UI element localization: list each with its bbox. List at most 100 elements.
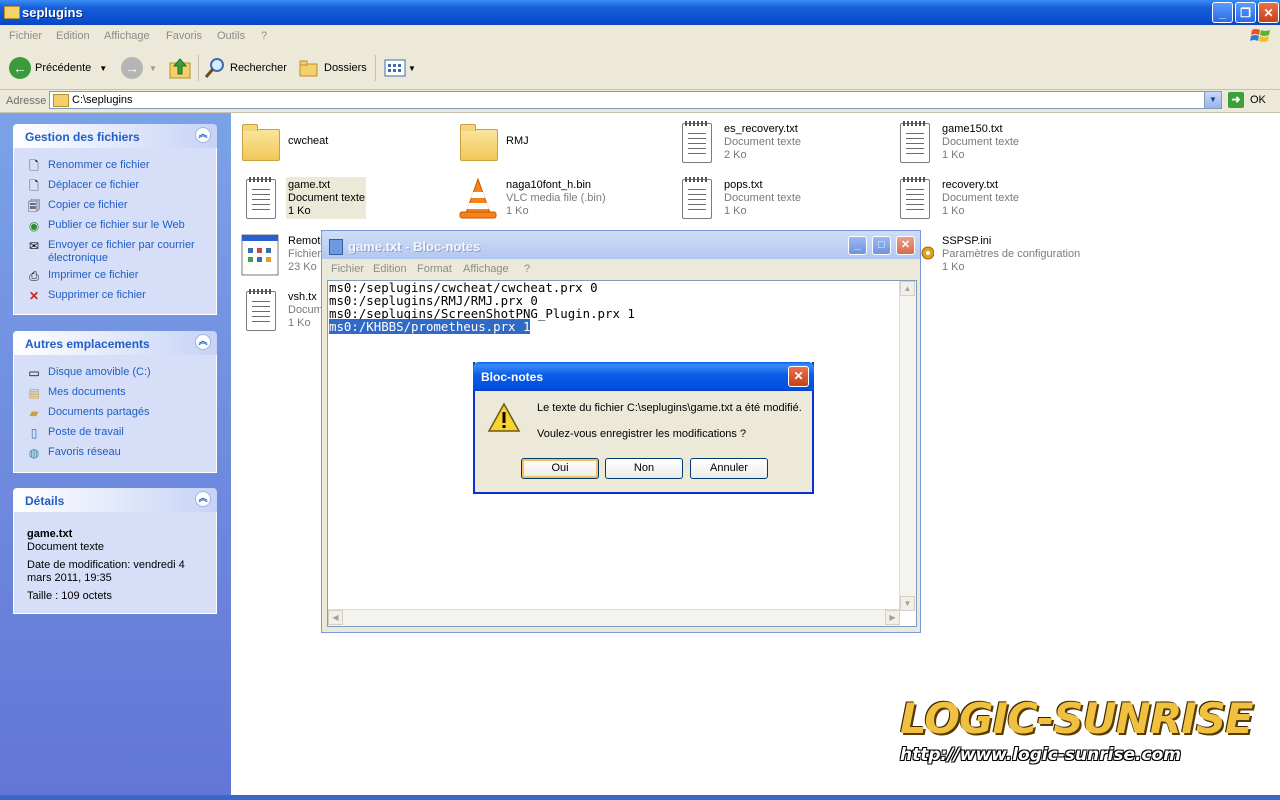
task-label: Copier ce fichier [48,199,128,211]
scroll-left-icon[interactable]: ◀ [328,610,343,625]
vertical-scrollbar[interactable]: ▲ ▼ [899,281,916,611]
file-size: 23 Ko [288,261,317,273]
file-item-selected[interactable]: game.txt Document texte 1 Ko [240,177,440,221]
collapse-chevron-icon[interactable]: ︽ [195,491,211,507]
details-header[interactable]: Détails ︽ [13,488,217,512]
dialog-title: Bloc-notes [481,370,544,384]
menu-help[interactable]: ? [261,30,267,42]
task-rename[interactable]: 🗋 Renommer ce fichier [26,159,212,173]
dialog-close-button[interactable]: ✕ [788,366,809,387]
menu-outils[interactable]: Outils [217,30,245,42]
task-print[interactable]: ⎙ Imprimer ce fichier [26,269,212,283]
up-folder-button[interactable] [168,47,192,89]
file-item[interactable]: vsh.tx Document 1 Ko [240,289,325,333]
address-label: Adresse [6,95,47,107]
move-icon: 🗋 [29,179,39,193]
forward-dropdown-icon[interactable]: ▼ [149,64,157,73]
cancel-button[interactable]: Annuler [690,458,768,479]
file-item[interactable]: es_recovery.txt Document texte 2 Ko [676,121,876,165]
collapse-chevron-icon[interactable]: ︽ [195,334,211,350]
other-places-header[interactable]: Autres emplacements ︽ [13,331,217,355]
notepad-minimize-button[interactable]: _ [848,236,867,255]
forward-button[interactable]: → ▼ [121,47,157,89]
task-email[interactable]: ✉ Envoyer ce fichier par courrier électr… [26,239,212,265]
scroll-up-icon[interactable]: ▲ [900,281,915,296]
search-button[interactable]: Rechercher [204,47,287,89]
file-item[interactable]: Remote Fichier 23 Ko [240,233,325,277]
folder-icon [242,124,280,161]
views-button[interactable]: ▼ [384,47,416,89]
dialog-title-bar[interactable]: Bloc-notes ✕ [473,362,814,391]
file-item[interactable]: naga10font_h.bin VLC media file (.bin) 1… [458,177,668,221]
task-copy[interactable]: 🗐 Copier ce fichier [26,199,212,213]
notepad-menu-affichage[interactable]: Affichage [463,263,509,275]
go-arrow-icon: ➜ [1228,92,1244,108]
place-label: Favoris réseau [48,446,121,458]
selected-text-line: ms0:/KHBBS/prometheus.prx 1 [329,319,531,334]
horizontal-scrollbar[interactable]: ◀ ▶ [328,609,900,626]
place-network[interactable]: ◍ Favoris réseau [26,446,212,460]
place-my-computer[interactable]: ▯ Poste de travail [26,426,212,440]
task-publish[interactable]: ◉ Publier ce fichier sur le Web [26,219,212,233]
computer-icon: ▯ [30,426,38,440]
notepad-maximize-button[interactable]: □ [872,236,891,255]
file-type: Document [288,304,325,316]
notepad-menu-fichier[interactable]: Fichier [331,263,364,275]
menu-affichage[interactable]: Affichage [104,30,150,42]
file-item[interactable]: RMJ [458,121,658,165]
collapse-chevron-icon[interactable]: ︽ [195,127,211,143]
windows-logo-icon [1250,29,1270,42]
file-type: Document texte [724,192,802,204]
file-size: 2 Ko [724,149,747,161]
address-input[interactable]: C:\seplugins ▼ [49,91,1222,109]
file-size: 1 Ko [288,317,311,329]
place-removable-drive[interactable]: ▭ Disque amovible (C:) [26,366,212,380]
scroll-right-icon[interactable]: ▶ [885,610,900,625]
back-dropdown-icon[interactable]: ▼ [99,64,107,73]
file-type: Document texte [724,136,802,148]
notepad-menu-format[interactable]: Format [417,263,452,275]
task-delete[interactable]: ✕ Supprimer ce fichier [26,289,212,303]
file-item[interactable]: game150.txt Document texte 1 Ko [894,121,1094,165]
vlc-cone-icon [459,177,497,219]
notepad-close-button[interactable]: ✕ [896,236,915,255]
notepad-menu-edition[interactable]: Edition [373,263,407,275]
notepad-menu-help[interactable]: ? [524,263,530,275]
go-button[interactable]: ➜ OK [1228,92,1266,108]
menu-edition[interactable]: Edition [56,30,90,42]
file-item[interactable]: pops.txt Document texte 1 Ko [676,177,876,221]
file-tasks-header[interactable]: Gestion des fichiers ︽ [13,124,217,148]
menu-fichier[interactable]: Fichier [9,30,42,42]
folders-button[interactable]: Dossiers [298,47,367,89]
task-move[interactable]: 🗋 Déplacer ce fichier [26,179,212,193]
details-size: Taille : 109 octets [27,590,112,602]
other-places-panel: ▭ Disque amovible (C:) ▤ Mes documents ▰… [13,355,217,473]
task-label: Publier ce fichier sur le Web [48,219,185,231]
close-button[interactable]: ✕ [1258,2,1279,23]
no-button[interactable]: Non [605,458,683,479]
address-value: C:\seplugins [72,94,133,106]
file-type: Document texte [288,192,366,204]
scroll-down-icon[interactable]: ▼ [900,596,915,611]
place-shared-documents[interactable]: ▰ Documents partagés [26,406,212,420]
place-my-documents[interactable]: ▤ Mes documents [26,386,212,400]
folder-icon [4,6,20,19]
back-button[interactable]: ← Précédente ▼ [9,47,107,89]
file-name: game.txt [288,179,331,191]
text-document-icon [900,121,930,163]
file-size: 1 Ko [506,205,529,217]
address-dropdown-icon[interactable]: ▼ [1204,92,1221,108]
file-item[interactable]: SSPSP.ini Paramètres de configuration 1 … [894,233,1094,277]
file-item[interactable]: recovery.txt Document texte 1 Ko [894,177,1094,221]
notepad-title-bar[interactable]: game.txt - Bloc-notes _ □ ✕ [322,231,920,259]
file-type: Document texte [942,136,1020,148]
file-size: 1 Ko [942,261,965,273]
maximize-button[interactable]: ❐ [1235,2,1256,23]
minimize-button[interactable]: _ [1212,2,1233,23]
network-icon: ◍ [28,446,40,460]
yes-button[interactable]: Oui [521,458,599,479]
file-item[interactable]: cwcheat [240,121,440,165]
explorer-title-bar[interactable]: seplugins _ ❐ ✕ [0,0,1280,25]
go-label: OK [1250,94,1266,106]
menu-favoris[interactable]: Favoris [166,30,202,42]
